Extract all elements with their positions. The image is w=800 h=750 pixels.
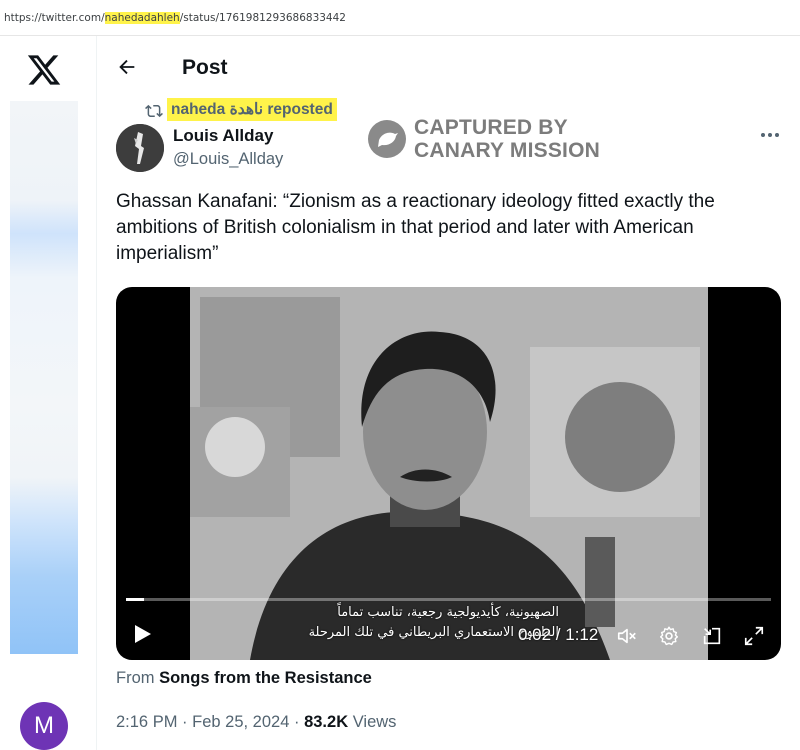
url-text[interactable]: https://twitter.com/nahedadahleh/status/… (4, 12, 346, 24)
post-time[interactable]: 2:16 PM (116, 713, 177, 731)
x-logo-icon[interactable] (26, 52, 62, 88)
video-progress-bar[interactable] (126, 598, 771, 601)
url-prefix: https://twitter.com/ (4, 12, 105, 24)
meta-separator: · (293, 713, 300, 731)
fullscreen-icon[interactable] (743, 625, 765, 647)
picture-in-picture-icon[interactable] (701, 625, 723, 647)
mute-icon[interactable] (616, 625, 638, 647)
browser-url-bar[interactable]: https://twitter.com/nahedadahleh/status/… (0, 0, 800, 36)
post-header: Post (100, 44, 800, 92)
more-options-icon[interactable] (760, 128, 780, 142)
video-player[interactable]: الصهيونية، كأيديولجية رجعية، تناسب تماما… (116, 287, 781, 660)
watermark-line-1: CAPTURED BY (414, 116, 568, 139)
column-divider (96, 36, 97, 750)
sidebar-nav-redacted (10, 101, 78, 654)
meta-separator: · (182, 713, 188, 731)
page-title: Post (182, 56, 228, 79)
settings-gear-icon[interactable] (658, 625, 680, 647)
play-icon[interactable] (134, 624, 152, 644)
view-count: 83.2K (304, 713, 349, 731)
video-source: From Songs from the Resistance (116, 669, 372, 688)
back-arrow-icon[interactable] (116, 56, 138, 78)
post-date[interactable]: Feb 25, 2024 (192, 713, 289, 731)
author-name[interactable]: Louis Allday (173, 126, 273, 146)
tweet-meta: 2:16 PM · Feb 25, 2024 · 83.2K Views (116, 713, 396, 732)
author-handle[interactable]: @Louis_Allday (173, 150, 283, 169)
source-name-link[interactable]: Songs from the Resistance (159, 669, 372, 687)
video-time: 0:02 / 1:12 (518, 625, 599, 644)
source-prefix: From (116, 669, 155, 687)
views-label: Views (352, 713, 397, 731)
repost-label[interactable]: naheda ناهدة reposted (167, 98, 337, 121)
author-avatar[interactable] (116, 124, 164, 172)
account-avatar[interactable]: M (20, 702, 68, 750)
canary-bird-icon (368, 120, 406, 158)
tweet-text: Ghassan Kanafani: “Zionism as a reaction… (116, 191, 715, 264)
repost-icon (145, 104, 163, 118)
watermark-line-2: CANARY MISSION (414, 139, 600, 162)
url-suffix: /status/1761981293686833442 (179, 12, 346, 24)
author-avatar-image (116, 124, 164, 172)
video-progress-fill (126, 598, 145, 601)
video-subtitle-line-1: الصهيونية، كأيديولجية رجعية، تناسب تماما… (337, 605, 559, 620)
watermark-text: CAPTURED BY CANARY MISSION (414, 116, 600, 162)
url-username-highlight: nahedadahleh (104, 12, 180, 24)
